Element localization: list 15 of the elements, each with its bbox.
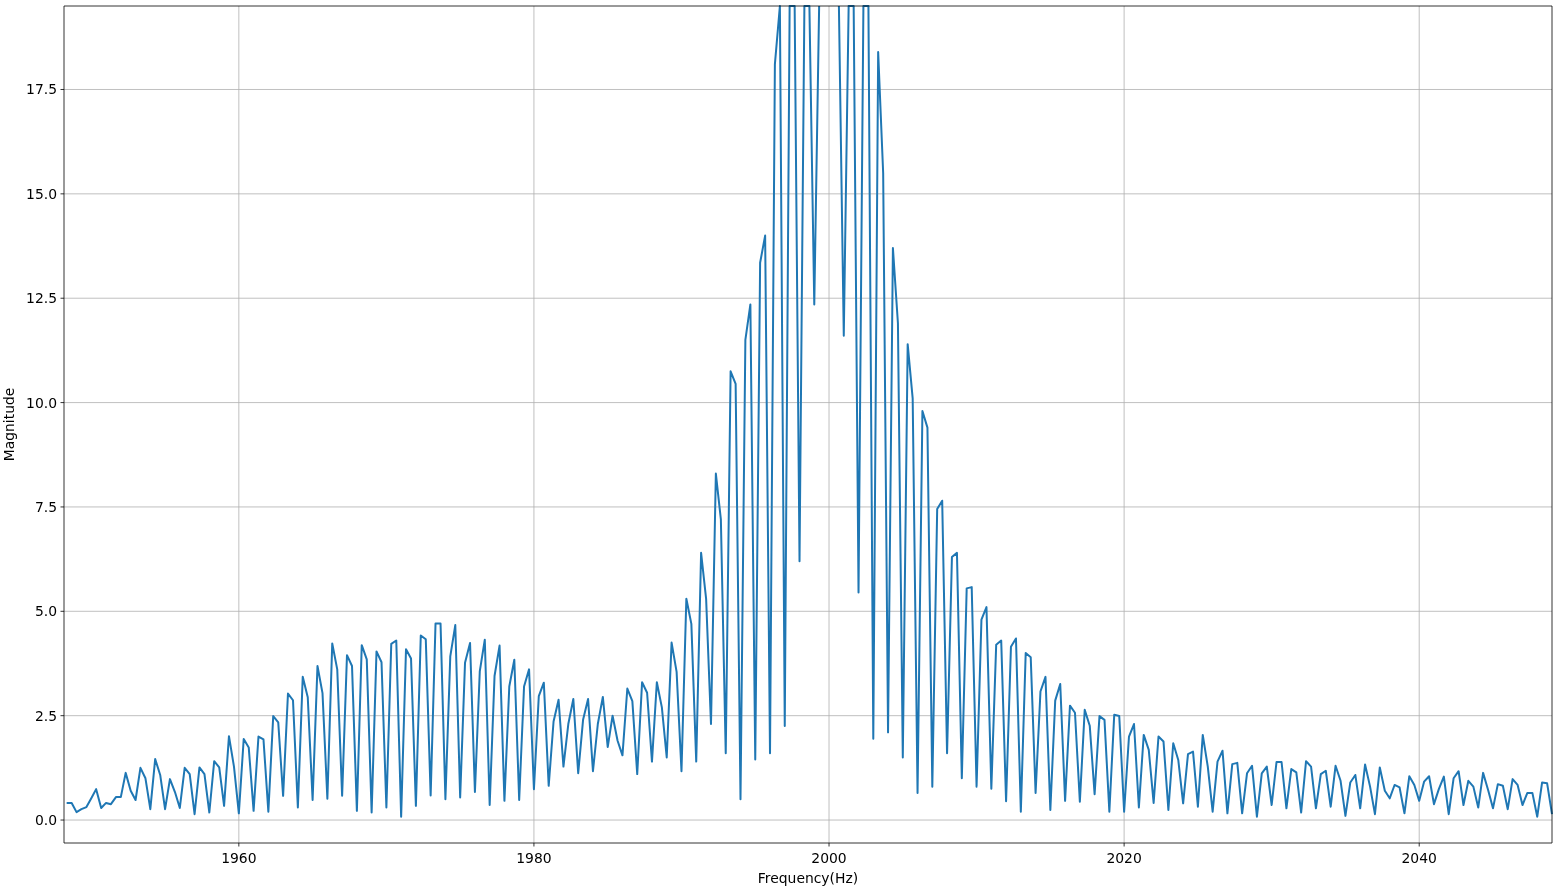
y-tick-label: 7.5 <box>34 498 57 515</box>
x-axis-label: Frequency(Hz) <box>757 870 859 886</box>
x-tick-label: 2020 <box>1106 850 1142 866</box>
x-tick-label: 2040 <box>1401 850 1437 866</box>
y-tick-label: 17.5 <box>26 81 57 98</box>
y-axis-label: Magnitude <box>1 387 17 462</box>
y-tick-label: 10.0 <box>26 394 57 411</box>
y-tick-label: 5.0 <box>34 603 57 620</box>
y-tick-label: 12.5 <box>26 290 57 307</box>
y-tick-label: 0.0 <box>34 812 57 829</box>
y-tick-label: 15.0 <box>26 185 57 202</box>
x-tick-label: 1960 <box>221 850 257 866</box>
x-tick-label: 1980 <box>516 850 552 866</box>
x-tick-label: 2000 <box>811 850 847 866</box>
y-tick-label: 2.5 <box>34 707 57 724</box>
